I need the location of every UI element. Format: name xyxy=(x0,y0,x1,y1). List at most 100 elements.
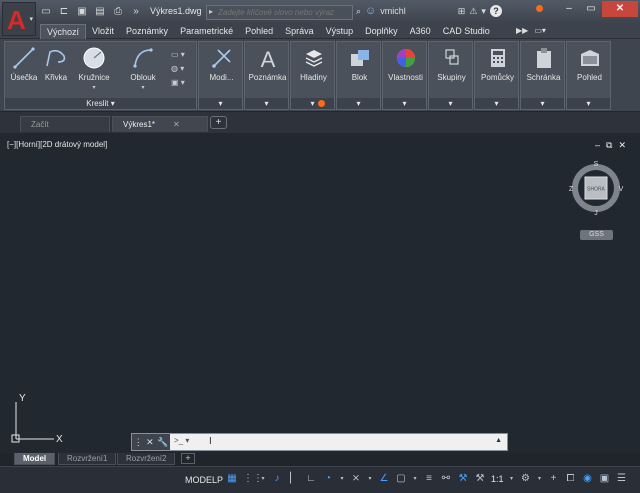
viewcube[interactable]: SHORA S J Z V xyxy=(568,160,624,216)
panel-expand-button[interactable]: ▾ xyxy=(291,98,334,109)
command-history-toggle-icon[interactable]: ▲ xyxy=(495,437,502,444)
minimize-viewport-icon[interactable]: – xyxy=(595,140,600,151)
panel-expand-button[interactable]: ▾ xyxy=(383,98,426,109)
application-menu-button[interactable]: A ▾ xyxy=(2,2,36,36)
open-file-icon[interactable]: ⊏ xyxy=(58,5,70,18)
auto-scale-icon[interactable]: ⚒ xyxy=(474,471,486,487)
region-icon[interactable]: ▣ ▾ xyxy=(171,76,193,90)
title-dropdown-icon[interactable]: ▾ xyxy=(481,6,486,17)
grid-icon[interactable]: ▦ xyxy=(226,471,238,487)
hatch-icon[interactable]: ◍ ▾ xyxy=(171,62,193,76)
ribbon-panel-tool[interactable]: Hladiny xyxy=(291,46,336,82)
chevron-down-icon[interactable]: ▾ xyxy=(367,471,373,487)
notification-icon[interactable] xyxy=(536,5,543,12)
ribbon-tab[interactable]: Správa xyxy=(279,24,320,39)
save-as-icon[interactable]: ▤ xyxy=(94,5,106,18)
arc-tool[interactable]: Oblouk ▾ xyxy=(125,46,161,91)
ribbon-panel-tool[interactable]: Blok xyxy=(337,46,382,82)
annotation-scale[interactable]: 1:1 xyxy=(491,474,504,484)
panel-expand-button[interactable]: ▾ xyxy=(521,98,564,109)
chevron-down-icon[interactable]: ▾ xyxy=(260,471,266,487)
ribbon-tab[interactable]: A360 xyxy=(404,24,437,39)
ribbon-tab[interactable]: Výstup xyxy=(320,24,360,39)
user-icon[interactable]: ☺ xyxy=(365,5,376,17)
new-file-icon[interactable]: ▭ xyxy=(40,5,52,18)
close-button[interactable]: ✕ xyxy=(602,1,638,17)
cart-icon[interactable]: ⊞ xyxy=(458,6,466,17)
exchange-icon[interactable]: ⚠ xyxy=(469,6,477,17)
command-input[interactable] xyxy=(196,436,486,448)
ribbon-panel[interactable]: Hladiny ▾ xyxy=(290,41,335,110)
workspace-gear-icon[interactable]: ⚙ xyxy=(520,471,532,487)
ribbon-more-icon[interactable]: ▶▶ xyxy=(516,26,528,35)
clean-screen-icon[interactable]: ▣ xyxy=(599,471,611,487)
close-icon[interactable]: ✕ xyxy=(173,120,180,129)
ribbon-panel-tool[interactable]: Pohled xyxy=(567,46,612,82)
grip-handle-icon[interactable]: ⋮ xyxy=(134,437,143,448)
chevron-down-icon[interactable]: ▾ xyxy=(509,471,515,487)
minimize-button[interactable]: – xyxy=(558,1,580,17)
ribbon-panel-tool[interactable]: Skupiny xyxy=(429,46,474,82)
ribbon-tab[interactable]: Doplňky xyxy=(359,24,404,39)
plus-icon[interactable]: + xyxy=(548,471,560,487)
close-viewport-icon[interactable]: ✕ xyxy=(618,140,626,151)
infer-constraints-icon[interactable]: ♪ xyxy=(271,471,283,487)
viewport-controls-label[interactable]: [−][Horní][2D drátový model] xyxy=(7,140,107,149)
ribbon-panel-tool[interactable]: Modi... xyxy=(199,46,244,82)
rectangle-icon[interactable]: ▭ ▾ xyxy=(171,48,193,62)
ribbon-tab[interactable]: Poznámky xyxy=(120,24,174,39)
object-snap-icon[interactable]: ▢ xyxy=(395,471,407,487)
help-button[interactable]: ? xyxy=(489,5,502,17)
object-snap-tracking-icon[interactable]: ∠ xyxy=(378,471,390,487)
line-tool[interactable]: Úsečka xyxy=(9,46,39,82)
close-icon[interactable]: ✕ xyxy=(146,437,154,448)
customization-menu-icon[interactable]: ☰ xyxy=(616,471,628,487)
snap-icon[interactable]: ⋮⋮ xyxy=(243,471,263,487)
hardware-acceleration-icon[interactable]: ◉ xyxy=(582,471,594,487)
lineweight-icon[interactable]: ≡ xyxy=(423,471,435,487)
command-prompt-icon[interactable]: >_ ▾ xyxy=(174,436,189,445)
panel-expand-button[interactable]: ▾ xyxy=(475,98,518,109)
chevron-down-icon[interactable]: ▾ xyxy=(537,471,543,487)
layout-tab-1[interactable]: Rozvržení1 xyxy=(58,453,117,465)
panel-expand-button[interactable]: ▾ xyxy=(337,98,380,109)
panel-expand-button[interactable]: ▾ xyxy=(429,98,472,109)
doc-tab-drawing1[interactable]: Výkres1* ✕ xyxy=(112,116,208,132)
add-layout-button[interactable]: + xyxy=(181,453,195,464)
model-space-toggle[interactable]: MODELP xyxy=(182,471,226,489)
ribbon-tab[interactable]: Vložit xyxy=(86,24,120,39)
ribbon-tab[interactable]: CAD Studio xyxy=(437,24,496,39)
ribbon-panel-tool[interactable]: Pomůcky xyxy=(475,46,520,82)
maximize-button[interactable]: ▭ xyxy=(580,1,602,17)
layout-tab-2[interactable]: Rozvržení2 xyxy=(117,453,176,465)
ribbon-panel-tool[interactable]: Vlastnosti xyxy=(383,46,428,82)
ribbon-panel[interactable]: Schránka ▾ xyxy=(520,41,565,110)
ribbon-tab[interactable]: Výchozí xyxy=(40,24,87,39)
search-expand-icon[interactable]: ▸ xyxy=(209,7,213,16)
isometric-icon[interactable]: ⨯ xyxy=(350,471,362,487)
dynamic-input-icon[interactable]: ▏ xyxy=(288,471,300,487)
doc-tab-start[interactable]: Začít xyxy=(20,116,110,132)
search-icon[interactable]: ⌕ xyxy=(356,6,361,17)
more-tools-icon[interactable]: » xyxy=(130,5,142,18)
draw-panel-footer[interactable]: Kreslit ▾ xyxy=(5,98,196,109)
wrench-icon[interactable]: 🔧 xyxy=(157,437,168,448)
ribbon-panel[interactable]: Pomůcky ▾ xyxy=(474,41,519,110)
ribbon-panel[interactable]: Blok ▾ xyxy=(336,41,381,110)
ribbon-panel[interactable]: Skupiny ▾ xyxy=(428,41,473,110)
panel-expand-button[interactable]: ▾ xyxy=(245,98,288,109)
chevron-down-icon[interactable]: ▾ xyxy=(412,471,418,487)
ribbon-panel[interactable]: Pohled ▾ xyxy=(566,41,611,110)
restore-viewport-icon[interactable]: ⧉ xyxy=(606,140,612,151)
username[interactable]: vmichl xyxy=(380,6,406,16)
panel-expand-button[interactable]: ▾ xyxy=(199,98,242,109)
isolate-objects-icon[interactable]: ⧠ xyxy=(565,471,577,487)
annotation-visibility-icon[interactable]: ⚒ xyxy=(457,471,469,487)
panel-expand-button[interactable]: ▾ xyxy=(567,98,610,109)
ribbon-panel[interactable]: Modi... ▾ xyxy=(198,41,243,110)
print-icon[interactable]: ⎙ xyxy=(112,5,124,18)
ribbon-panel-tool[interactable]: A Poznámka xyxy=(245,46,290,82)
layout-tab-model[interactable]: Model xyxy=(14,453,56,465)
polyline-tool[interactable]: Křivka xyxy=(41,46,71,82)
search-input[interactable] xyxy=(218,7,351,18)
